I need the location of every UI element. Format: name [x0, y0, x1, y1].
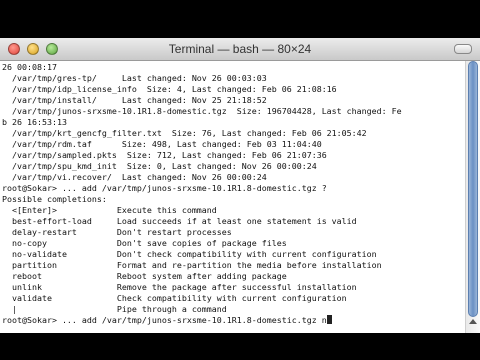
- toolbar-toggle-button[interactable]: [454, 44, 472, 54]
- scroll-up-arrow-icon[interactable]: [469, 319, 477, 324]
- terminal-line: delay-restart Don't restart processes: [2, 227, 232, 237]
- terminal-line: reboot Reboot system after adding packag…: [2, 271, 287, 281]
- terminal-line: <[Enter]> Execute this command: [2, 205, 217, 215]
- terminal-line: unlink Remove the package after successf…: [2, 282, 357, 292]
- terminal-line: /var/tmp/gres-tp/ Last changed: Nov 26 0…: [2, 73, 267, 83]
- terminal-line: /var/tmp/vi.recover/ Last changed: Nov 2…: [2, 172, 267, 182]
- terminal-line: no-validate Don't check compatibility wi…: [2, 249, 377, 259]
- terminal-line: Possible completions:: [2, 194, 107, 204]
- terminal-line: 26 00:08:17: [2, 62, 57, 72]
- terminal-output[interactable]: 26 00:08:17 /var/tmp/gres-tp/ Last chang…: [2, 62, 464, 333]
- terminal-line: /var/tmp/idp_license_info Size: 4, Last …: [2, 84, 337, 94]
- terminal-line: partition Format and re-partition the me…: [2, 260, 382, 270]
- terminal-line: /var/tmp/krt_gencfg_filter.txt Size: 76,…: [2, 128, 367, 138]
- prompt-text: root@Sokar> ... add /var/tmp/junos-srxsm…: [2, 315, 327, 325]
- terminal-line: /var/tmp/spu_kmd_init Size: 0, Last chan…: [2, 161, 317, 171]
- terminal-line: no-copy Don't save copies of package fil…: [2, 238, 287, 248]
- title-bar[interactable]: Terminal — bash — 80×24: [0, 38, 480, 61]
- terminal-line: b 26 16:53:13: [2, 117, 67, 127]
- terminal-line: /var/tmp/junos-srxsme-10.1R1.8-domestic.…: [2, 106, 402, 116]
- window-title: Terminal — bash — 80×24: [168, 42, 312, 56]
- terminal-line: root@Sokar> ... add /var/tmp/junos-srxsm…: [2, 183, 327, 193]
- vertical-scrollbar[interactable]: [465, 61, 480, 333]
- terminal-line: /var/tmp/rdm.taf Size: 498, Last changed…: [2, 139, 322, 149]
- terminal-line: best-effort-load Load succeeds if at lea…: [2, 216, 357, 226]
- terminal-line: /var/tmp/sampled.pkts Size: 712, Last ch…: [2, 150, 327, 160]
- text-cursor: [326, 315, 332, 324]
- terminal-line: | Pipe through a command: [2, 304, 227, 314]
- terminal-line: /var/tmp/install/ Last changed: Nov 25 2…: [2, 95, 267, 105]
- scrollbar-thumb[interactable]: [468, 61, 478, 317]
- terminal-line: validate Check compatibility with curren…: [2, 293, 347, 303]
- terminal-window: Terminal — bash — 80×24 26 00:08:17 /var…: [0, 38, 480, 333]
- command-prompt-line[interactable]: root@Sokar> ... add /var/tmp/junos-srxsm…: [2, 315, 464, 326]
